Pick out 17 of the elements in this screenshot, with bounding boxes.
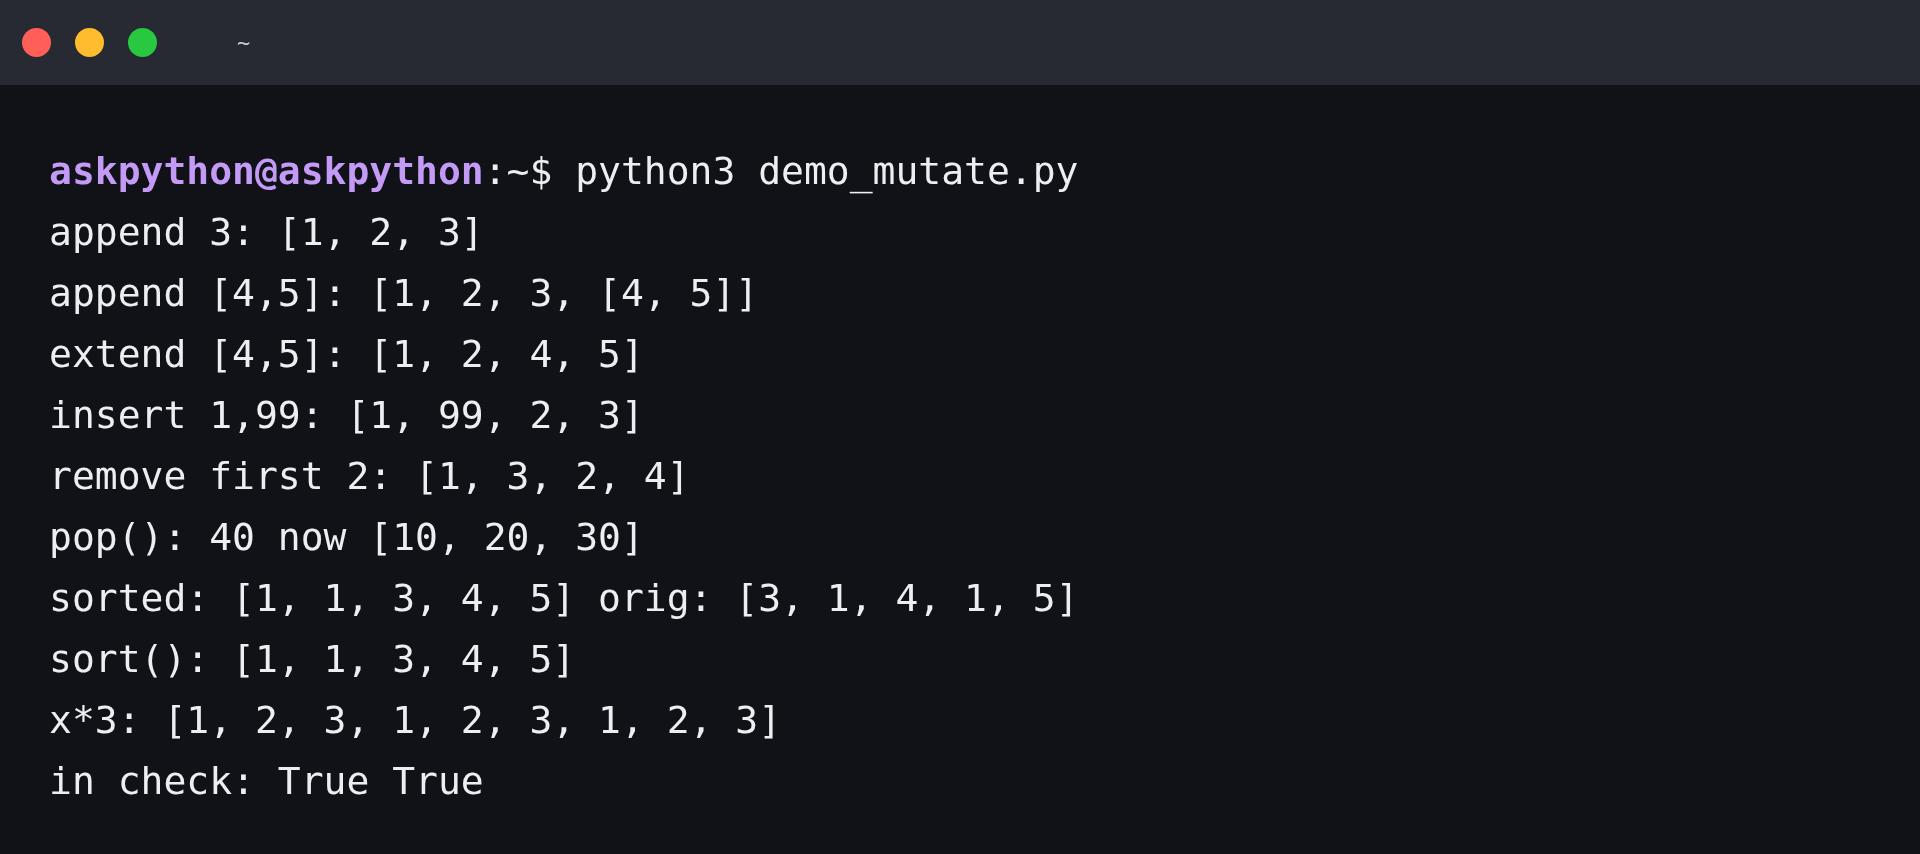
output-line: sort(): [1, 1, 3, 4, 5] — [49, 636, 576, 683]
output-line: append 3: [1, 2, 3] — [49, 209, 484, 256]
window-title: ~ — [237, 29, 251, 57]
output-line: extend [4,5]: [1, 2, 4, 5] — [49, 331, 644, 378]
maximize-icon[interactable] — [128, 28, 157, 57]
output-line: remove first 2: [1, 3, 2, 4] — [49, 453, 690, 500]
output-line: insert 1,99: [1, 99, 2, 3] — [49, 392, 644, 439]
output-line: sorted: [1, 1, 3, 4, 5] orig: [3, 1, 4, 1, 5] — [49, 575, 1079, 622]
prompt-user-host: askpython@askpython — [49, 148, 484, 195]
output-line: pop(): 40 now [10, 20, 30] — [49, 514, 644, 561]
prompt-path: :~$ — [483, 148, 553, 195]
output-line: in check: True True — [49, 758, 484, 805]
command-text: python3 demo_mutate.py — [575, 148, 1079, 196]
output-line: x*3: [1, 2, 3, 1, 2, 3, 1, 2, 3] — [49, 697, 782, 744]
close-icon[interactable] — [22, 28, 51, 57]
output-line: append [4,5]: [1, 2, 3, [4, 5]] — [49, 270, 759, 317]
minimize-icon[interactable] — [75, 28, 104, 57]
